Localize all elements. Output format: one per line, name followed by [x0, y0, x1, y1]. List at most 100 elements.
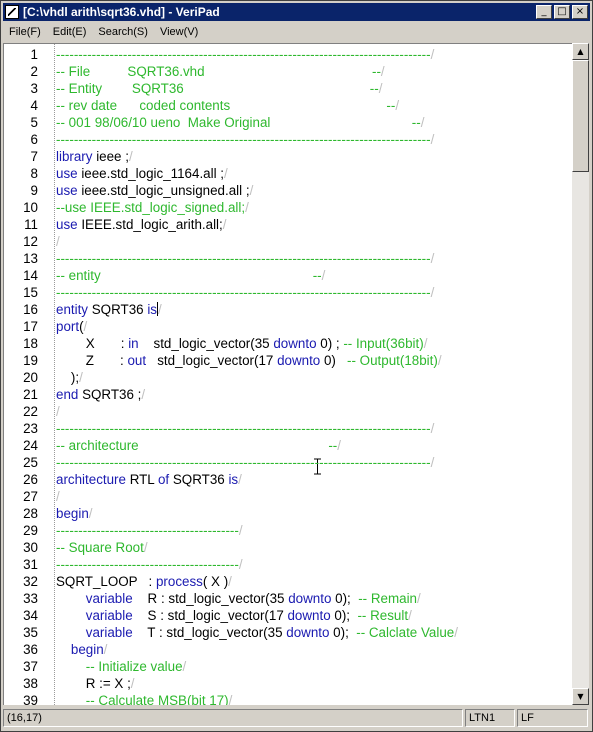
- menu-edit[interactable]: Edit(E): [47, 26, 93, 38]
- code-line[interactable]: 15 --------------------------------------…: [4, 284, 571, 301]
- code-line[interactable]: 35 variable T : std_logic_vector(35 down…: [4, 624, 571, 641]
- menu-view[interactable]: View(V): [154, 26, 204, 38]
- code-line[interactable]: 37 -- Initialize value/: [4, 658, 571, 675]
- vertical-scrollbar[interactable]: ▲ ▼: [572, 43, 589, 705]
- code-text: R := X ;/: [56, 675, 135, 692]
- code-line[interactable]: 36 begin/: [4, 641, 571, 658]
- arrow-up-icon: ▲: [577, 47, 584, 56]
- maximize-icon: □: [557, 6, 567, 17]
- text-token: 0);: [331, 591, 359, 606]
- code-line[interactable]: 33 variable R : std_logic_vector(35 down…: [4, 590, 571, 607]
- minimize-button[interactable]: _: [536, 5, 552, 19]
- line-number: 24: [23, 438, 38, 453]
- keyword-token: process: [155, 574, 203, 589]
- end-of-line-marker: /: [430, 455, 435, 470]
- code-line[interactable]: 11 use IEEE.std_logic_arith.all;/: [4, 216, 571, 233]
- code-line[interactable]: 26 architecture RTL of SQRT36 is/: [4, 471, 571, 488]
- code-editor[interactable]: 1 ---------------------------------------…: [3, 43, 572, 705]
- code-line[interactable]: 12 /: [4, 233, 571, 250]
- comment-token: ----------------------------------------…: [56, 251, 431, 266]
- end-of-line-marker: /: [437, 353, 442, 368]
- end-of-line-marker: /: [228, 693, 233, 705]
- end-of-line-marker: /: [130, 676, 135, 691]
- code-line[interactable]: 22 /: [4, 403, 571, 420]
- end-of-line-marker: /: [378, 81, 383, 96]
- text-token: X :: [56, 336, 129, 351]
- code-line[interactable]: 18 X : in std_logic_vector(35 downto 0) …: [4, 335, 571, 352]
- line-number: 35: [23, 625, 38, 640]
- maximize-button[interactable]: □: [554, 5, 570, 19]
- comment-token: --use IEEE.std_logic_signed.all;: [56, 200, 246, 215]
- menu-search[interactable]: Search(S): [92, 26, 154, 38]
- title-bar[interactable]: [C:\vhdl arith\sqrt36.vhd] - VeriPad _ □…: [3, 3, 590, 21]
- code-line[interactable]: 29 --------------------------------------…: [4, 522, 571, 539]
- code-line[interactable]: 7 library ieee ;/: [4, 148, 571, 165]
- menu-bar: File(F) Edit(E) Search(S) View(V): [3, 23, 590, 41]
- code-line[interactable]: 32 SQRT_LOOP : process( X )/: [4, 573, 571, 590]
- code-line[interactable]: 4 -- rev date coded contents --/: [4, 97, 571, 114]
- line-number: 20: [23, 370, 38, 385]
- comment-token: ----------------------------------------…: [56, 285, 431, 300]
- keyword-token: use: [56, 183, 78, 198]
- end-of-line-marker: /: [380, 64, 385, 79]
- code-line[interactable]: 5 -- 001 98/06/10 ueno Make Original --/: [4, 114, 571, 131]
- window-controls: _ □ ×: [536, 5, 588, 19]
- comment-token: -- Remain: [358, 591, 417, 606]
- code-line[interactable]: 2 -- File SQRT36.vhd --/: [4, 63, 571, 80]
- comment-token: -- Calclate Value: [356, 625, 455, 640]
- keyword-token: out: [127, 353, 147, 368]
- code-line[interactable]: 9 use ieee.std_logic_unsigned.all ;/: [4, 182, 571, 199]
- keyword-token: use: [56, 217, 78, 232]
- scroll-thumb[interactable]: [572, 60, 589, 172]
- code-line[interactable]: 8 use ieee.std_logic_1164.all ;/: [4, 165, 571, 182]
- code-line[interactable]: 1 ---------------------------------------…: [4, 46, 571, 63]
- scroll-down-button[interactable]: ▼: [572, 688, 589, 705]
- code-line[interactable]: 3 -- Entity SQRT36 --/: [4, 80, 571, 97]
- text-token: SQRT_LOOP :: [56, 574, 156, 589]
- keyword-token: port: [56, 319, 80, 334]
- code-line[interactable]: 17 port(/: [4, 318, 571, 335]
- code-line[interactable]: 31 --------------------------------------…: [4, 556, 571, 573]
- app-icon[interactable]: [5, 5, 19, 19]
- code-line[interactable]: 20 );/: [4, 369, 571, 386]
- comment-token: -- Calculate MSB(bit 17): [85, 693, 229, 705]
- code-line[interactable]: 24 -- architecture --/: [4, 437, 571, 454]
- code-text: /: [56, 403, 60, 420]
- code-line[interactable]: 21 end SQRT36 ;/: [4, 386, 571, 403]
- line-number: 28: [23, 506, 38, 521]
- line-number: 18: [23, 336, 38, 351]
- code-line[interactable]: 28 begin/: [4, 505, 571, 522]
- text-token: Z :: [56, 353, 128, 368]
- code-line[interactable]: 30 -- Square Root/: [4, 539, 571, 556]
- code-line[interactable]: 34 variable S : std_logic_vector(17 down…: [4, 607, 571, 624]
- code-text: variable T : std_logic_vector(35 downto …: [56, 624, 458, 641]
- code-text: end SQRT36 ;/: [56, 386, 145, 403]
- code-text: -- 001 98/06/10 ueno Make Original --/: [56, 114, 424, 131]
- end-of-line-marker: /: [224, 166, 228, 181]
- menu-file[interactable]: File(F): [3, 26, 47, 38]
- code-line[interactable]: 39 -- Calculate MSB(bit 17)/: [4, 692, 571, 705]
- veripad-window: [C:\vhdl arith\sqrt36.vhd] - VeriPad _ □…: [0, 0, 593, 732]
- text-token: ieee.std_logic_1164.all ;: [77, 166, 225, 181]
- code-line[interactable]: 19 Z : out std_logic_vector(17 downto 0)…: [4, 352, 571, 369]
- code-line[interactable]: 23 --------------------------------------…: [4, 420, 571, 437]
- text-token: R := X ;: [56, 676, 131, 691]
- scroll-up-button[interactable]: ▲: [572, 43, 589, 60]
- code-line[interactable]: 38 R := X ;/: [4, 675, 571, 692]
- code-text: --use IEEE.std_logic_signed.all;/: [56, 199, 249, 216]
- code-line[interactable]: 27 /: [4, 488, 571, 505]
- close-button[interactable]: ×: [572, 5, 588, 19]
- line-number: 13: [23, 251, 38, 266]
- code-line[interactable]: 6 ---------------------------------------…: [4, 131, 571, 148]
- end-of-line-marker: /: [56, 404, 60, 419]
- code-line[interactable]: 16 entity SQRT36 is/: [4, 301, 571, 318]
- line-number: 31: [23, 557, 38, 572]
- line-number: 22: [23, 404, 38, 419]
- code-line[interactable]: 13 --------------------------------------…: [4, 250, 571, 267]
- comment-token: ----------------------------------------…: [56, 523, 239, 538]
- code-line[interactable]: 25 --------------------------------------…: [4, 454, 571, 471]
- code-line[interactable]: 10 --use IEEE.std_logic_signed.all;/: [4, 199, 571, 216]
- code-line[interactable]: 14 -- entity --/: [4, 267, 571, 284]
